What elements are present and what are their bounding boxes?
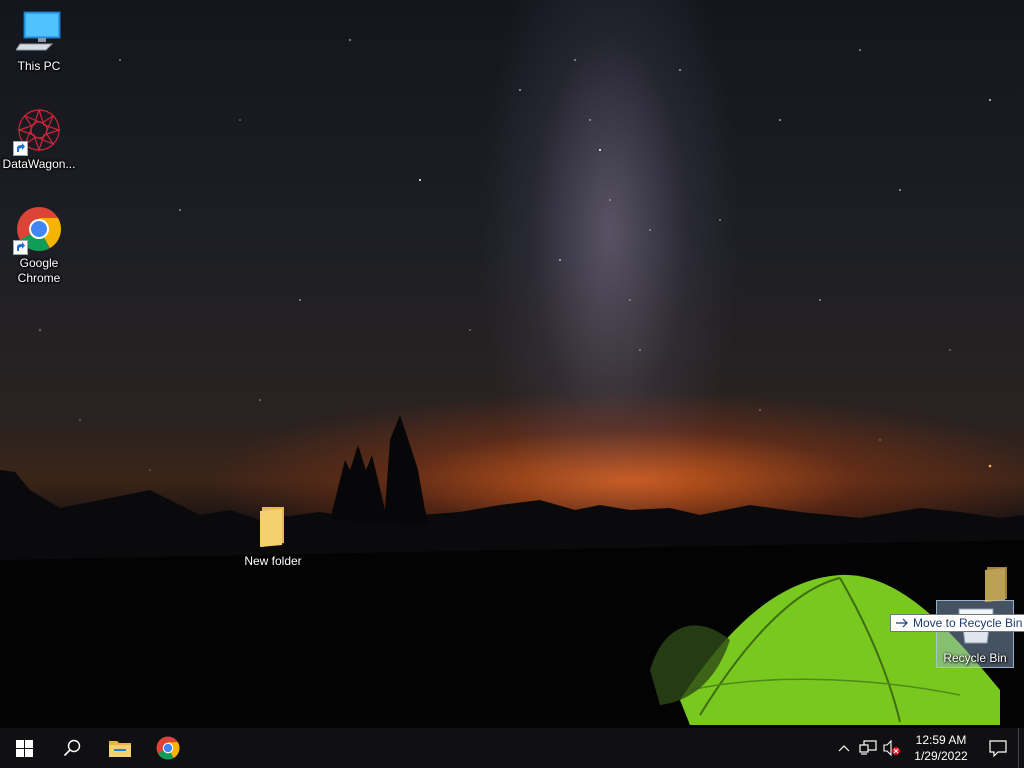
network-icon	[859, 740, 877, 755]
volume-button[interactable]	[880, 728, 904, 768]
clock-time: 12:59 AM	[915, 733, 967, 747]
windows-logo-icon	[15, 739, 33, 757]
arrow-right-icon	[896, 618, 908, 628]
clock-button[interactable]: 12:59 AM 1/29/2022	[904, 728, 978, 768]
chrome-icon	[13, 205, 63, 255]
desktop-icon-recycle-bin[interactable]: Recycle Bin	[936, 600, 1014, 668]
desktop-icon-this-pc[interactable]: This PC	[1, 8, 77, 74]
desktop-icon-google-chrome[interactable]: Google Chrome	[1, 205, 77, 286]
drag-tooltip-text: Move to Recycle Bin	[913, 616, 1023, 630]
taskbar: 12:59 AM 1/29/2022	[0, 728, 1024, 768]
system-tray: 12:59 AM 1/29/2022	[832, 728, 1024, 768]
mountain-silhouette	[0, 415, 1024, 728]
this-pc-icon	[15, 8, 63, 56]
chrome-icon	[156, 736, 180, 760]
file-explorer-icon	[109, 741, 131, 757]
new-folder-label: New folder	[244, 554, 302, 568]
recycle-bin-label: Recycle Bin	[943, 651, 1007, 665]
start-button[interactable]	[0, 728, 48, 768]
datawagon-icon	[13, 106, 63, 156]
volume-muted-icon	[883, 740, 900, 756]
dragged-folder-ghost	[983, 565, 1011, 603]
notification-icon	[989, 739, 1007, 757]
desktop-icon-datawagon[interactable]: DataWagon...	[1, 106, 77, 172]
show-desktop-button[interactable]	[1018, 728, 1024, 768]
folder-icon	[985, 567, 1007, 602]
action-center-button[interactable]	[978, 728, 1018, 768]
datawagon-label: DataWagon...	[2, 157, 76, 171]
desktop-wallpaper	[0, 0, 1024, 728]
this-pc-label: This PC	[17, 59, 61, 73]
shortcut-arrow-icon	[13, 240, 28, 255]
network-button[interactable]	[856, 728, 880, 768]
taskbar-file-explorer[interactable]	[96, 728, 144, 768]
folder-icon	[249, 503, 297, 551]
search-icon	[63, 739, 81, 757]
shortcut-arrow-icon	[13, 141, 28, 156]
chevron-up-icon	[838, 745, 850, 752]
clock-date: 1/29/2022	[914, 749, 968, 763]
chrome-label: Google Chrome	[17, 256, 61, 285]
desktop-icon-new-folder[interactable]: New folder	[235, 503, 311, 569]
taskbar-google-chrome[interactable]	[144, 728, 192, 768]
show-hidden-icons-button[interactable]	[832, 728, 856, 768]
drag-tooltip: Move to Recycle Bin	[890, 614, 1024, 632]
search-button[interactable]	[48, 728, 96, 768]
